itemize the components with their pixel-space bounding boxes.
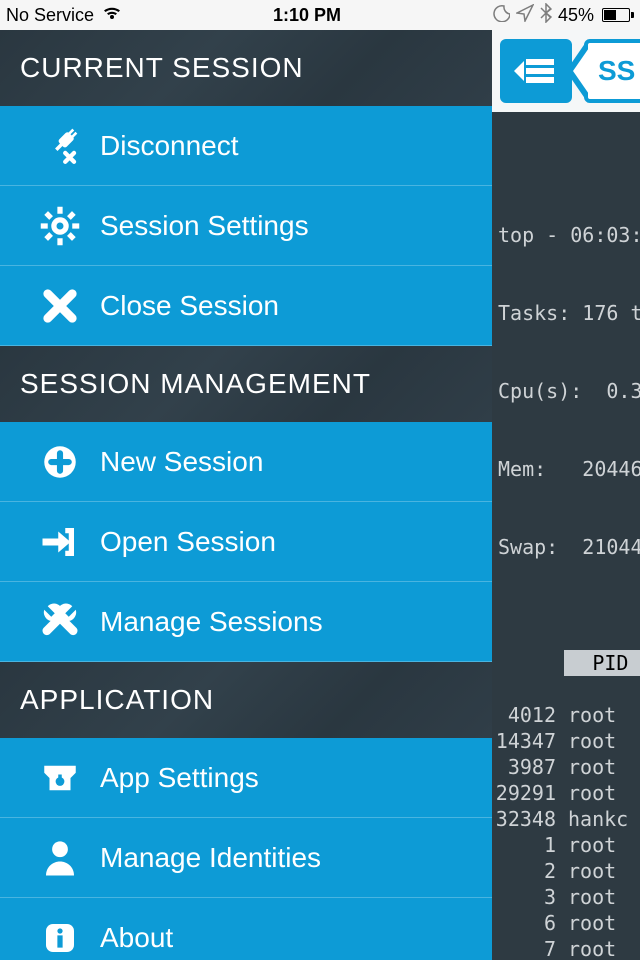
terminal-row: 1root [492,832,640,858]
section-header-session-management: SESSION MANAGEMENT [0,346,492,422]
app-gear-icon [20,757,100,799]
menu-label: App Settings [100,762,259,794]
status-bar: No Service 1:10 PM 45% [0,0,640,30]
menu-label: Manage Identities [100,842,321,874]
menu-label: Manage Sessions [100,606,323,638]
session-tab-label: SS [598,55,635,87]
menu-label: New Session [100,446,263,478]
terminal-rows: 4012root14347root3987root29291root32348h… [492,702,640,960]
wifi-icon [102,5,122,26]
menu-item-session-settings[interactable]: Session Settings [0,186,492,266]
toolbar: SS [492,30,640,112]
menu-item-manage-identities[interactable]: Manage Identities [0,818,492,898]
battery-icon [600,8,634,22]
terminal-row: 32348hankc [492,806,640,832]
gear-icon [20,205,100,247]
battery-percent: 45% [558,5,594,26]
menu-label: Close Session [100,290,279,322]
section-header-current-session: CURRENT SESSION [0,30,492,106]
terminal-row: 29291root [492,780,640,806]
dnd-moon-icon [492,4,510,27]
terminal-row: 7root [492,936,640,960]
menu-item-disconnect[interactable]: Disconnect [0,106,492,186]
bluetooth-icon [540,3,552,28]
terminal-pane: SS top - 06:03:4 Tasks: 176 to Cpu(s): 0… [492,30,640,960]
menu-item-close-session[interactable]: Close Session [0,266,492,346]
wrench-icon [20,601,100,643]
sidebar: CURRENT SESSION Disconnect Session Setti… [0,30,492,960]
location-icon [516,4,534,27]
info-icon [20,917,100,959]
terminal-row: 6root [492,910,640,936]
terminal-row: 4012root [492,702,640,728]
menu-label: Disconnect [100,130,239,162]
x-icon [20,285,100,327]
menu-item-new-session[interactable]: New Session [0,422,492,502]
terminal-output[interactable]: top - 06:03:4 Tasks: 176 to Cpu(s): 0.3%… [492,112,640,960]
menu-label: Open Session [100,526,276,558]
terminal-row: 3987root [492,754,640,780]
menu-item-app-settings[interactable]: App Settings [0,738,492,818]
terminal-row: 2root [492,858,640,884]
menu-toggle-button[interactable] [500,39,572,103]
terminal-header: top - 06:03:4 Tasks: 176 to Cpu(s): 0.3%… [492,170,640,612]
section-header-application: APPLICATION [0,662,492,738]
plus-circle-icon [20,441,100,483]
menu-item-about[interactable]: About [0,898,492,960]
menu-label: About [100,922,173,954]
menu-item-manage-sessions[interactable]: Manage Sessions [0,582,492,662]
terminal-row: 3root [492,884,640,910]
terminal-column-header: PID USER [564,650,640,676]
plug-x-icon [20,125,100,167]
carrier-text: No Service [6,5,94,26]
person-icon [20,837,100,879]
session-tab[interactable]: SS [584,39,640,103]
menu-label: Session Settings [100,210,309,242]
terminal-row: 14347root [492,728,640,754]
clock: 1:10 PM [122,5,492,26]
menu-item-open-session[interactable]: Open Session [0,502,492,582]
arrow-in-icon [20,521,100,563]
